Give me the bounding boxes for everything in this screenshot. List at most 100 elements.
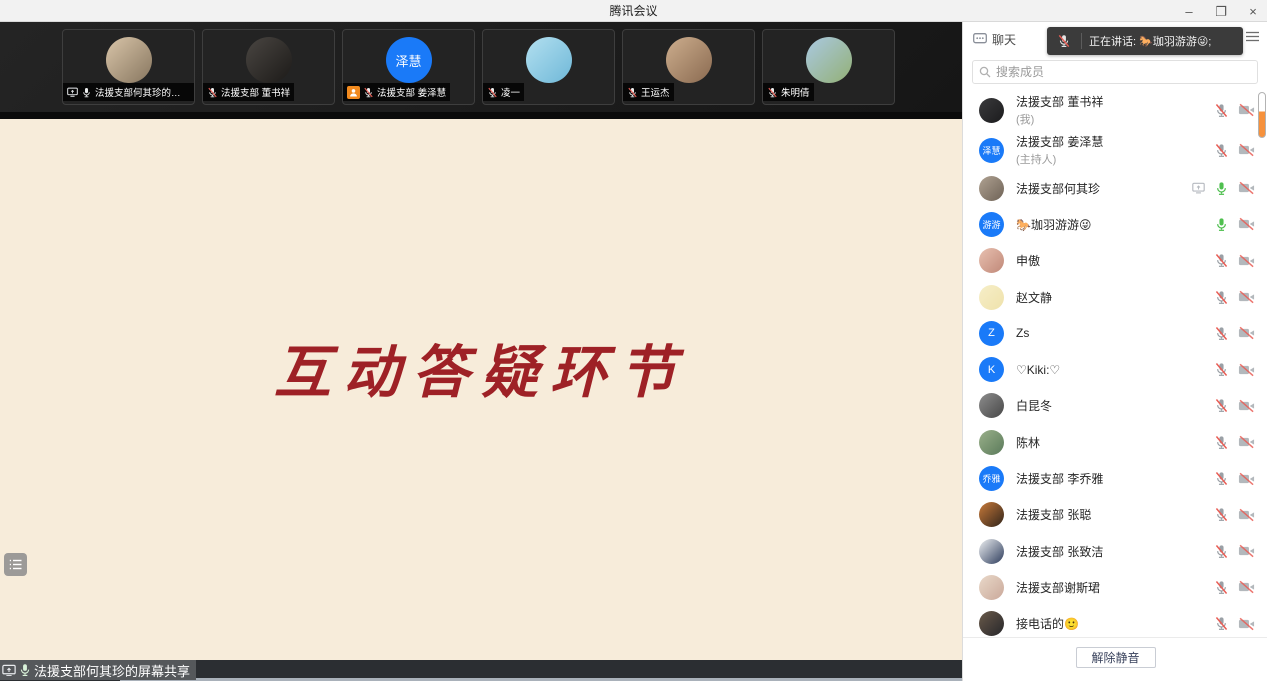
scrollbar-thumb[interactable] (1258, 92, 1266, 138)
tab-chat[interactable]: 聊天 (973, 31, 1016, 48)
thumbnail-name: 朱明倩 (781, 85, 810, 99)
chat-bubble-icon (973, 33, 987, 45)
participant-avatar: 游游 (979, 212, 1004, 237)
search-input[interactable] (996, 65, 1251, 79)
video-thumbnail[interactable]: 法援支部何其珍的屏幕... (62, 29, 195, 105)
participant-name-block: 法援支部 姜泽慧(主持人) (1016, 133, 1214, 167)
participant-name: 法援支部 姜泽慧 (1016, 133, 1214, 150)
now-speaking-toast: 正在讲话: 🐎珈羽游游😜; (1047, 27, 1243, 55)
list-icon (9, 559, 22, 570)
participant-avatar (979, 611, 1004, 636)
mic-muted-icon (1214, 143, 1229, 158)
participant-row[interactable]: 法援支部 董书祥(我) (963, 90, 1267, 130)
participant-avatar: 泽慧 (386, 37, 432, 83)
thumbnail-name-label: 法援支部 姜泽慧 (343, 83, 450, 101)
mic-muted-icon (363, 87, 374, 98)
participant-avatar (979, 285, 1004, 310)
participant-status-icons (1214, 217, 1255, 232)
thumbnail-name: 法援支部何其珍的屏幕... (95, 85, 190, 99)
participant-row[interactable]: 法援支部 张聪 (963, 497, 1267, 533)
mic-muted-icon (1214, 398, 1229, 413)
video-thumbnail[interactable]: 朱明倩 (762, 29, 895, 105)
participant-row[interactable]: 白昆冬 (963, 388, 1267, 424)
participant-row[interactable]: 法援支部 张致洁 (963, 533, 1267, 569)
video-thumbnail[interactable]: 法援支部 董书祥 (202, 29, 335, 105)
camera-off-icon (1238, 217, 1255, 231)
mic-muted-icon (627, 87, 638, 98)
thumbnail-name: 王运杰 (641, 85, 670, 99)
participant-name-block: 法援支部 董书祥(我) (1016, 93, 1214, 127)
shared-screen-area: 互动答疑环节 (0, 112, 962, 660)
video-thumbnail[interactable]: 凌一 (482, 29, 615, 105)
participant-row[interactable]: 法援支部谢斯珺 (963, 569, 1267, 605)
participant-name: 🐎珈羽游游😜 (1016, 216, 1214, 233)
camera-off-icon (1238, 435, 1255, 449)
sidebar-menu-icon[interactable] (1246, 31, 1259, 42)
unmute-button[interactable]: 解除静音 (1076, 647, 1156, 668)
participant-role-label: (我) (1016, 111, 1214, 127)
participant-name: 法援支部 张聪 (1016, 506, 1214, 523)
camera-off-icon (1238, 580, 1255, 594)
participant-row[interactable]: 申傲 (963, 243, 1267, 279)
participant-status-icons (1214, 398, 1255, 413)
participant-avatar (979, 393, 1004, 418)
participant-avatar (979, 98, 1004, 123)
mic-muted-icon (1214, 103, 1229, 118)
participant-row[interactable]: 乔雅法援支部 李乔雅 (963, 460, 1267, 496)
minimize-button[interactable]: – (1181, 3, 1197, 19)
search-icon (979, 66, 991, 78)
camera-off-icon (1238, 103, 1255, 117)
participant-name: 法援支部 李乔雅 (1016, 470, 1214, 487)
camera-off-icon (1238, 181, 1255, 195)
participant-status-icons (1214, 544, 1255, 559)
thumbnail-name: 法援支部 董书祥 (221, 85, 290, 99)
participant-avatar (526, 37, 572, 83)
shared-slide-title: 互动答疑环节 (0, 327, 962, 409)
participant-name: 法援支部何其珍 (1016, 180, 1192, 197)
participant-status-icons (1214, 616, 1255, 631)
participant-row[interactable]: 游游 🐎珈羽游游😜 (963, 206, 1267, 242)
participant-name-block: 法援支部 李乔雅 (1016, 470, 1214, 487)
participant-name: 赵文静 (1016, 289, 1214, 306)
stage-bottom-bar: 法援支部何其珍的屏幕共享 (0, 660, 962, 681)
camera-off-icon (1238, 508, 1255, 522)
window-titlebar: 腾讯会议 – ❐ × (0, 0, 1267, 22)
participant-list: 法援支部 董书祥(我) 泽慧法援支部 姜泽慧(主持人) 法援支部何其珍 游游 🐎珈… (963, 90, 1267, 659)
participant-row[interactable]: 赵文静 (963, 279, 1267, 315)
video-thumbnail[interactable]: 王运杰 (622, 29, 755, 105)
thumbnail-name-label: 法援支部何其珍的屏幕... (63, 83, 194, 101)
participant-avatar (979, 539, 1004, 564)
participant-row[interactable]: 法援支部何其珍 (963, 170, 1267, 206)
participant-name: 接电话的🙂 (1016, 615, 1214, 632)
participant-avatar (666, 37, 712, 83)
screenshare-icon (67, 87, 78, 97)
mic-muted-icon (1214, 326, 1229, 341)
meeting-stage: 法援支部何其珍的屏幕... 法援支部 董书祥 泽慧 法援支部 姜泽慧 凌一 王运杰… (0, 22, 962, 681)
participant-avatar (979, 575, 1004, 600)
screen-share-banner: 法援支部何其珍的屏幕共享 (0, 660, 196, 680)
participant-status-icons (1192, 181, 1255, 196)
participant-row[interactable]: ZZs (963, 315, 1267, 351)
tencent-meeting-window: 腾讯会议 – ❐ × 法援支部何其珍的屏幕... 法援支部 董书祥泽慧 法援支部… (0, 0, 1267, 681)
restore-button[interactable]: ❐ (1213, 3, 1229, 19)
participant-name: 法援支部谢斯珺 (1016, 579, 1214, 596)
mic-muted-icon (1214, 290, 1229, 305)
participant-row[interactable]: 泽慧法援支部 姜泽慧(主持人) (963, 130, 1267, 170)
participant-avatar: 泽慧 (979, 138, 1004, 163)
chat-sidebar: 聊天 正在讲话: 🐎珈羽游游😜; (962, 22, 1267, 681)
participant-name: 法援支部 张致洁 (1016, 543, 1214, 560)
participant-name-block: 法援支部何其珍 (1016, 180, 1192, 197)
participant-avatar: Z (979, 321, 1004, 346)
member-search-box[interactable] (972, 60, 1258, 84)
participant-name: 白昆冬 (1016, 397, 1214, 414)
participant-row[interactable]: K♡Kiki:♡ (963, 351, 1267, 387)
participant-row[interactable]: 陈林 (963, 424, 1267, 460)
participant-status-icons (1214, 435, 1255, 450)
thumbnail-name-label: 朱明倩 (763, 83, 814, 101)
close-button[interactable]: × (1245, 3, 1261, 19)
slide-list-button[interactable] (4, 553, 27, 576)
presenter-badge-icon (347, 86, 360, 99)
participant-avatar (979, 248, 1004, 273)
video-thumbnail[interactable]: 泽慧 法援支部 姜泽慧 (342, 29, 475, 105)
participant-name-block: 🐎珈羽游游😜 (1016, 216, 1214, 233)
